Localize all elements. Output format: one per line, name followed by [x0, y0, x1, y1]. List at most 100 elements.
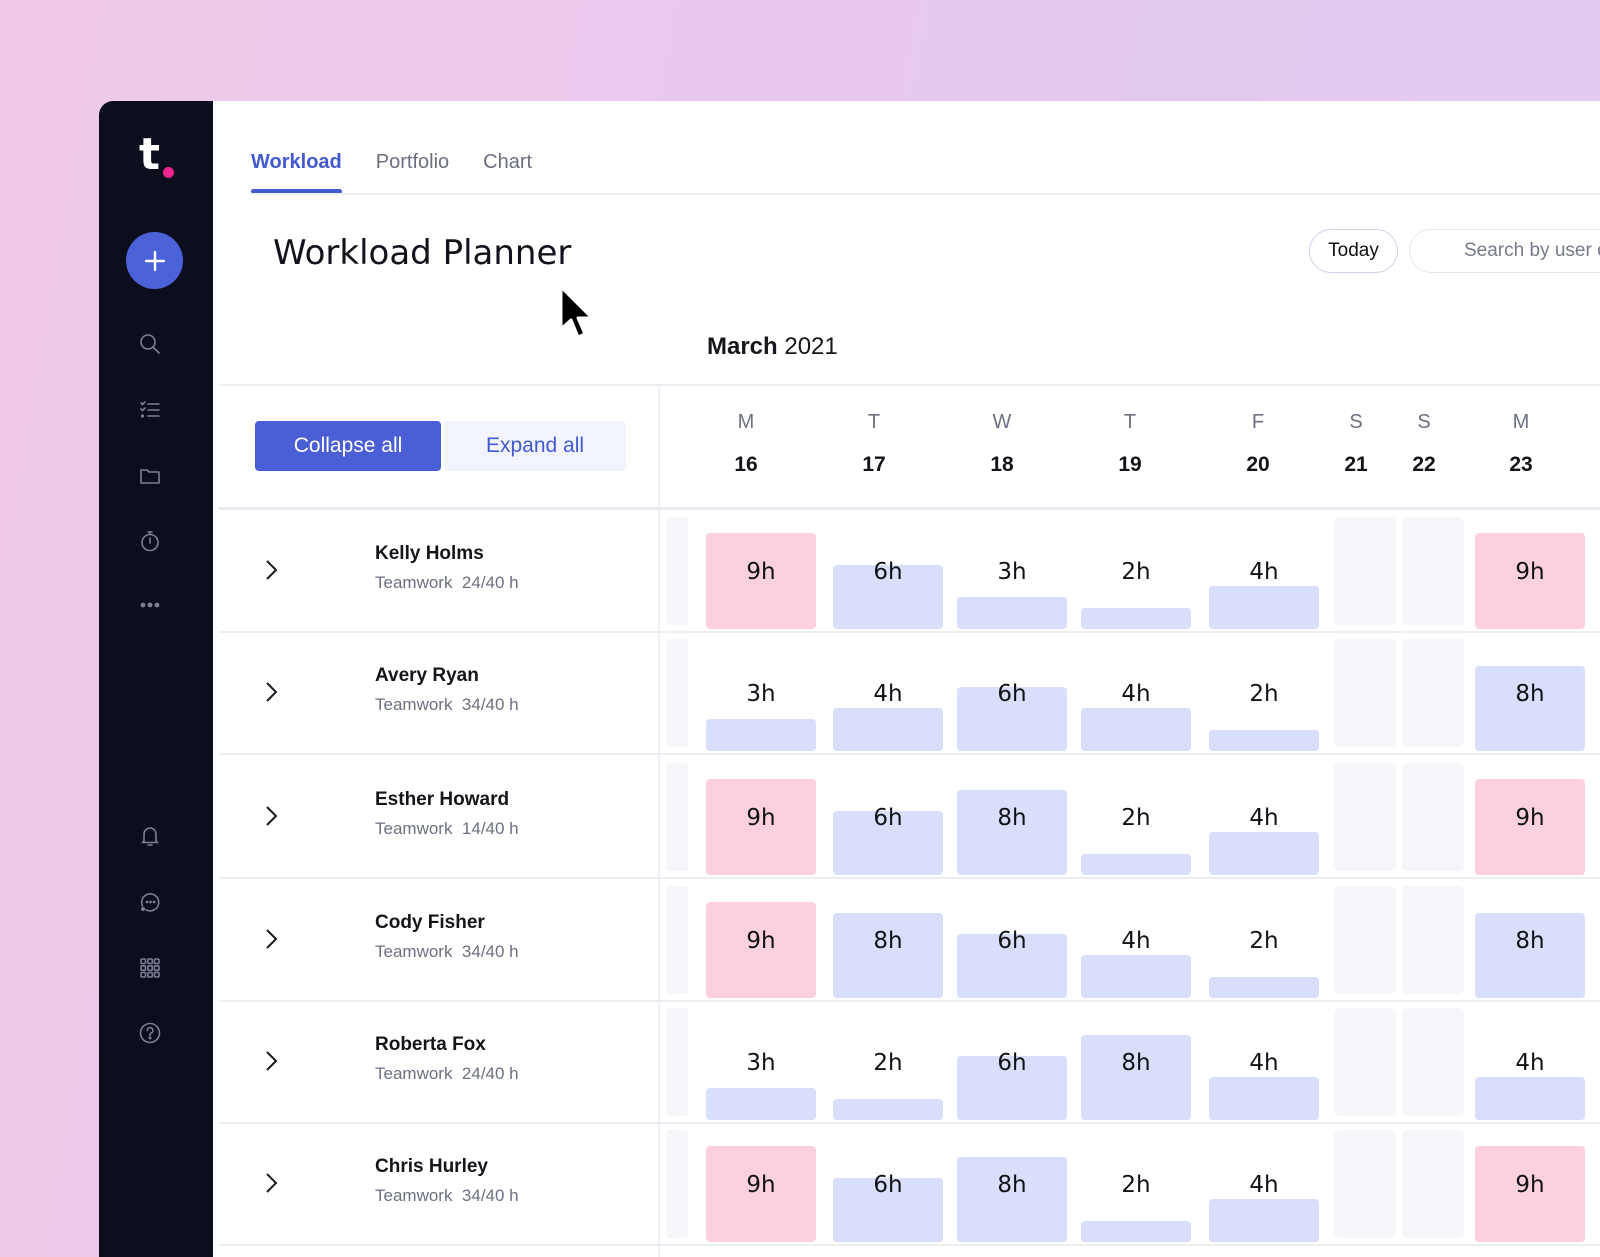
hours-label: 9h: [746, 1172, 776, 1198]
hours-label: 4h: [1121, 928, 1151, 954]
day-cell[interactable]: 3h: [706, 631, 816, 755]
day-cell[interactable]: 8h: [1475, 631, 1585, 755]
day-cell[interactable]: 6h: [833, 1122, 943, 1246]
person-row[interactable]: Avery Ryan Teamwork 34/40 h 3h 4h 6h 4h 2h 8h: [219, 631, 1600, 755]
day-cell[interactable]: 2h: [1081, 509, 1191, 633]
day-number: 17: [862, 453, 886, 476]
person-row[interactable]: Roberta Fox Teamwork 24/40 h 3h 2h 6h 8h 4h 4h: [219, 1000, 1600, 1124]
person-summary: Teamwork 14/40 h: [375, 819, 519, 839]
day-cell[interactable]: 4h: [1209, 1000, 1319, 1124]
hours-label: 9h: [1515, 559, 1545, 585]
help-icon: [139, 1022, 161, 1044]
nav-search[interactable]: [136, 330, 164, 358]
app-window: t Workload Portfolio Chart Workload Plan…: [99, 101, 1600, 1257]
day-number: 21: [1344, 453, 1368, 476]
day-cell[interactable]: 2h: [833, 1000, 943, 1124]
day-cell[interactable]: 4h: [1209, 509, 1319, 633]
hours-label: 4h: [1249, 805, 1279, 831]
day-cell[interactable]: 4h: [1081, 631, 1191, 755]
hours-label: 6h: [997, 1050, 1027, 1076]
nav-more[interactable]: [136, 591, 164, 619]
hours-label: 8h: [1121, 1050, 1151, 1076]
expand-row-button[interactable]: [261, 679, 281, 705]
previous-day-stub: [666, 517, 688, 625]
day-cell[interactable]: 2h: [1209, 878, 1319, 1002]
workload-bar: [957, 789, 1067, 875]
workload-bar: [957, 1156, 1067, 1242]
hours-label: 6h: [873, 559, 903, 585]
weekend-cell: [1334, 763, 1396, 871]
day-cell[interactable]: 4h: [1081, 878, 1191, 1002]
day-cell[interactable]: 2h: [1209, 631, 1319, 755]
day-header: M 16: [716, 411, 776, 477]
day-cell[interactable]: 6h: [957, 631, 1067, 755]
app-logo[interactable]: t: [139, 133, 179, 181]
person-hours: 34/40 h: [461, 695, 519, 714]
day-cell[interactable]: 9h: [706, 1122, 816, 1246]
tasks-checklist-icon: [140, 401, 160, 418]
add-button[interactable]: [126, 232, 183, 289]
day-cell[interactable]: 9h: [1475, 1122, 1585, 1246]
weekend-cell: [1334, 517, 1396, 625]
day-header: T 17: [844, 411, 904, 477]
nav-help[interactable]: [136, 1019, 164, 1047]
expand-row-button[interactable]: [261, 803, 281, 829]
chat-icon: [140, 893, 160, 912]
nav-chat[interactable]: [136, 888, 164, 916]
expand-row-button[interactable]: [261, 926, 281, 952]
day-cell[interactable]: 8h: [1081, 1000, 1191, 1124]
nav-tasks[interactable]: [136, 396, 164, 424]
day-cell[interactable]: 6h: [957, 878, 1067, 1002]
person-row[interactable]: Esther Howard Teamwork 14/40 h 9h 6h 8h 2h 4h 9…: [219, 755, 1600, 879]
day-cell[interactable]: 8h: [833, 878, 943, 1002]
day-letter: S: [1349, 411, 1363, 433]
day-cell[interactable]: 6h: [957, 1000, 1067, 1124]
day-header: W 18: [972, 411, 1032, 477]
expand-row-button[interactable]: [261, 1048, 281, 1074]
person-name: Avery Ryan: [375, 665, 479, 686]
day-cell[interactable]: 3h: [706, 1000, 816, 1124]
nav-apps[interactable]: [136, 954, 164, 982]
expand-all-button[interactable]: Expand all: [444, 421, 626, 471]
day-cell[interactable]: 4h: [833, 631, 943, 755]
day-cell[interactable]: 9h: [706, 755, 816, 879]
expand-row-button[interactable]: [261, 1170, 281, 1196]
nav-projects[interactable]: [136, 462, 164, 490]
day-cell[interactable]: 8h: [1475, 878, 1585, 1002]
person-hours: 14/40 h: [461, 819, 519, 838]
tab-chart[interactable]: Chart: [483, 151, 532, 192]
day-cell[interactable]: 4h: [1209, 1122, 1319, 1246]
day-cell[interactable]: 9h: [706, 509, 816, 633]
tab-portfolio[interactable]: Portfolio: [376, 151, 449, 192]
plus-icon: [144, 250, 165, 271]
today-button[interactable]: Today: [1309, 229, 1398, 273]
day-cell[interactable]: 9h: [706, 878, 816, 1002]
person-hours: 24/40 h: [461, 573, 519, 592]
day-letter: M: [1512, 411, 1530, 433]
day-number: 23: [1509, 453, 1533, 476]
day-cell[interactable]: 3h: [957, 509, 1067, 633]
nav-timer[interactable]: [136, 527, 164, 555]
tab-workload[interactable]: Workload: [251, 151, 342, 194]
day-cell[interactable]: 2h: [1081, 755, 1191, 879]
hours-label: 3h: [997, 559, 1027, 585]
day-cell[interactable]: 2h: [1081, 1122, 1191, 1246]
day-cell[interactable]: 6h: [833, 509, 943, 633]
person-row[interactable]: Chris Hurley Teamwork 34/40 h 9h 6h 8h 2h 4h 9h: [219, 1122, 1600, 1246]
day-cell[interactable]: 6h: [833, 755, 943, 879]
hours-label: 2h: [1249, 681, 1279, 707]
day-cell[interactable]: 8h: [957, 1122, 1067, 1246]
nav-notifications[interactable]: [136, 822, 164, 850]
day-cell[interactable]: 8h: [957, 755, 1067, 879]
expand-row-button[interactable]: [261, 557, 281, 583]
timer-icon: [141, 531, 159, 552]
person-row[interactable]: Kelly Holms Teamwork 24/40 h 9h 6h 3h 2h 4h 9h: [219, 509, 1600, 633]
day-cell[interactable]: 4h: [1209, 755, 1319, 879]
day-cell[interactable]: 9h: [1475, 509, 1585, 633]
collapse-all-button[interactable]: Collapse all: [255, 421, 441, 471]
sidebar: t: [99, 101, 213, 1257]
search-input[interactable]: [1409, 229, 1600, 273]
person-row[interactable]: Cody Fisher Teamwork 34/40 h 9h 8h 6h 4h 2h 8h: [219, 878, 1600, 1002]
day-cell[interactable]: 9h: [1475, 755, 1585, 879]
day-cell[interactable]: 4h: [1475, 1000, 1585, 1124]
